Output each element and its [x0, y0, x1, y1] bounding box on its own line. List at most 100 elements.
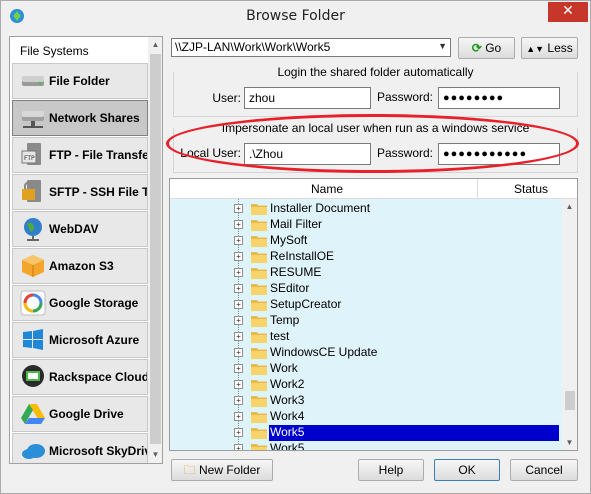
tree-row[interactable]: + Work5	[170, 425, 562, 441]
up-down-arrows-icon: ▲▼	[526, 44, 545, 54]
tree-row-label: SEditor	[270, 281, 310, 295]
folder-icon	[251, 204, 267, 215]
expand-plus-icon[interactable]: +	[234, 428, 243, 437]
path-value: \\ZJP-LAN\Work\Work\Work5	[175, 40, 331, 54]
go-button[interactable]: ⟳ Go	[458, 37, 515, 59]
network-drive-icon	[22, 111, 44, 128]
folder-icon	[251, 380, 267, 391]
expand-plus-icon[interactable]: +	[234, 332, 243, 341]
folder-tree-view[interactable]: Name Status + Installer Document + Mail Fil…	[169, 178, 578, 451]
fs-item-google-storage[interactable]: Google Storage	[12, 285, 148, 321]
tree-row[interactable]: + MySoft	[170, 233, 562, 249]
less-button[interactable]: ▲▼ Less	[521, 37, 578, 59]
folder-icon	[251, 348, 267, 359]
globe-icon	[24, 218, 42, 241]
new-folder-button[interactable]: 🗀 New Folder	[171, 459, 273, 481]
scroll-down-arrow-icon[interactable]: ▼	[562, 435, 577, 450]
fs-item-microsoft-azure[interactable]: Microsoft Azure	[12, 322, 148, 358]
column-separator[interactable]	[477, 179, 478, 199]
tree-row[interactable]: + Work3	[170, 393, 562, 409]
scroll-thumb[interactable]	[565, 391, 575, 410]
tree-row[interactable]: + ReInstallOE	[170, 249, 562, 265]
expand-plus-icon[interactable]: +	[234, 252, 243, 261]
folder-icon	[251, 284, 267, 295]
expand-plus-icon[interactable]: +	[234, 364, 243, 373]
tree-row-label: Work5...	[270, 441, 315, 451]
window-title: Browse Folder	[246, 8, 345, 24]
fs-item-network-shares[interactable]: Network Shares	[12, 100, 148, 136]
fs-item-webdav[interactable]: WebDAV	[12, 211, 148, 247]
expand-plus-icon[interactable]: +	[234, 204, 243, 213]
left-panel-scrollbar[interactable]: ▲ ▼	[148, 37, 162, 463]
fs-item-google-drive[interactable]: Google Drive	[12, 396, 148, 432]
expand-plus-icon[interactable]: +	[234, 316, 243, 325]
tree-header: Name Status	[170, 179, 577, 199]
title-bar: Browse Folder ✕	[1, 1, 590, 31]
password-input[interactable]: ●●●●●●●●	[438, 87, 560, 109]
expand-plus-icon[interactable]: +	[234, 236, 243, 245]
scroll-down-arrow-icon[interactable]: ▼	[148, 447, 162, 462]
drive-icon	[22, 76, 44, 86]
help-button[interactable]: Help	[358, 459, 424, 481]
tree-row-label: Installer Document	[270, 201, 371, 215]
cancel-button[interactable]: Cancel	[510, 459, 578, 481]
fs-item-label: Rackspace Cloud	[49, 370, 148, 384]
close-button[interactable]: ✕	[548, 2, 588, 22]
expand-plus-icon[interactable]: +	[234, 300, 243, 309]
ok-button[interactable]: OK	[434, 459, 500, 481]
folder-icon	[251, 332, 267, 343]
fs-item-sftp[interactable]: SFTP - SSH File Tr	[12, 174, 148, 210]
scroll-thumb[interactable]	[150, 54, 161, 444]
tree-row[interactable]: + Work5...	[170, 441, 562, 451]
tree-row-label: Work5	[269, 425, 559, 441]
fs-item-rackspace[interactable]: Rackspace Cloud	[12, 359, 148, 395]
tree-scrollbar[interactable]: ▲ ▼	[562, 199, 577, 450]
expand-plus-icon[interactable]: +	[234, 268, 243, 277]
folder-icon	[251, 236, 267, 247]
tree-row[interactable]: + RESUME	[170, 265, 562, 281]
fs-item-amazon-s3[interactable]: Amazon S3	[12, 248, 148, 284]
expand-plus-icon[interactable]: +	[234, 348, 243, 357]
path-combobox[interactable]: \\ZJP-LAN\Work\Work\Work5 ▼	[171, 38, 451, 57]
column-header-status[interactable]: Status	[514, 182, 548, 196]
tree-row[interactable]: + Mail Filter	[170, 217, 562, 233]
file-systems-title: File Systems	[20, 44, 89, 58]
fs-item-label: Network Shares	[49, 111, 140, 125]
tree-row[interactable]: + Work	[170, 361, 562, 377]
fs-item-file-folder[interactable]: File Folder	[12, 63, 148, 99]
fs-item-label: Microsoft Azure	[49, 333, 140, 347]
tree-row[interactable]: + Temp	[170, 313, 562, 329]
expand-plus-icon[interactable]: +	[234, 444, 243, 450]
google-drive-icon	[21, 404, 45, 424]
expand-plus-icon[interactable]: +	[234, 284, 243, 293]
expand-plus-icon[interactable]: +	[234, 220, 243, 229]
fs-item-label: WebDAV	[49, 222, 99, 236]
tree-row-label: RESUME	[270, 265, 322, 279]
folder-icon	[251, 364, 267, 375]
password-label: Password:	[376, 90, 433, 104]
expand-plus-icon[interactable]: +	[234, 412, 243, 421]
user-input[interactable]: zhou	[244, 87, 371, 109]
scroll-up-arrow-icon[interactable]: ▲	[148, 37, 162, 52]
fs-item-label: File Folder	[49, 74, 110, 88]
column-header-name[interactable]: Name	[311, 182, 343, 196]
expand-plus-icon[interactable]: +	[234, 396, 243, 405]
tree-row[interactable]: + SetupCreator	[170, 297, 562, 313]
tree-row-label: Work3	[270, 393, 305, 407]
folder-icon	[251, 316, 267, 327]
chevron-down-icon[interactable]: ▼	[438, 41, 447, 51]
fs-item-label: FTP - File Transfer	[49, 148, 148, 162]
expand-plus-icon[interactable]: +	[234, 380, 243, 389]
tree-row[interactable]: + Installer Document	[170, 201, 562, 217]
tree-row[interactable]: + Work2	[170, 377, 562, 393]
tree-row[interactable]: + test	[170, 329, 562, 345]
tree-row[interactable]: + SEditor	[170, 281, 562, 297]
login-group-title: Login the shared folder automatically	[277, 65, 474, 79]
tree-row[interactable]: + WindowsCE Update	[170, 345, 562, 361]
azure-icon	[23, 329, 43, 350]
fs-item-ftp[interactable]: FTP FTP - File Transfer	[12, 137, 148, 173]
tree-row[interactable]: + Work4	[170, 409, 562, 425]
tree-row-label: Work2	[270, 377, 305, 391]
fs-item-skydrive[interactable]: Microsoft SkyDriv	[12, 433, 148, 463]
scroll-up-arrow-icon[interactable]: ▲	[562, 199, 577, 214]
